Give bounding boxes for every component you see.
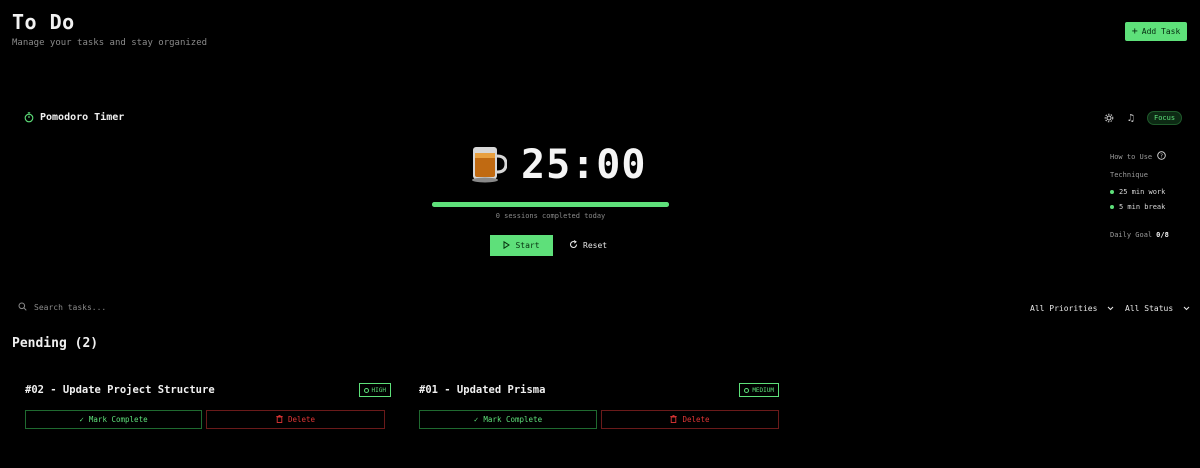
delete-button[interactable]: Delete <box>206 410 385 429</box>
timer-display: 25:00 <box>469 142 646 188</box>
delete-label: Delete <box>287 415 316 424</box>
daily-goal-value: 0/8 <box>1156 231 1169 239</box>
timer-progress-fill <box>432 202 669 207</box>
start-button[interactable]: Start <box>490 235 553 256</box>
delete-label: Delete <box>682 415 710 424</box>
svg-text:?: ? <box>1160 153 1163 159</box>
how-to-use-link[interactable]: How to Use ? <box>1110 151 1166 162</box>
priority-label: HIGH <box>371 386 386 394</box>
daily-goal-label: Daily Goal <box>1110 231 1153 239</box>
green-dot-icon <box>1110 205 1114 209</box>
reset-button[interactable]: Reset <box>563 235 613 256</box>
tea-cup-icon <box>469 143 508 187</box>
focus-mode-badge[interactable]: Focus <box>1147 111 1183 125</box>
circle-icon <box>744 387 750 393</box>
stopwatch-icon <box>24 112 34 123</box>
task-title: #02 - Update Project Structure <box>25 384 215 396</box>
chevron-down-icon <box>1183 304 1190 313</box>
settings-icon[interactable] <box>1103 111 1115 125</box>
play-icon <box>503 240 511 251</box>
reset-icon <box>569 240 578 251</box>
priority-filter-label: All Priorities <box>1030 304 1098 313</box>
mark-complete-label: Mark Complete <box>88 415 148 424</box>
search-placeholder: Search tasks... <box>34 303 107 312</box>
mark-complete-label: Mark Complete <box>483 415 543 424</box>
daily-goal: Daily Goal 0/8 <box>1110 231 1169 239</box>
technique-label: Technique <box>1110 171 1148 179</box>
task-card: #02 - Update Project Structure HIGH ✓ Ma… <box>25 370 391 442</box>
status-filter-select[interactable]: All Status <box>1125 304 1190 313</box>
add-task-button[interactable]: + Add Task <box>1125 22 1187 41</box>
priority-label: MEDIUM <box>752 386 774 394</box>
timer-progress-bar <box>432 202 669 207</box>
delete-button[interactable]: Delete <box>601 410 779 429</box>
search-input[interactable]: Search tasks... <box>18 302 318 313</box>
how-to-use-label: How to Use <box>1110 152 1153 161</box>
circle-icon <box>363 387 369 393</box>
page-title: To Do <box>12 10 75 34</box>
pending-heading: Pending (2) <box>12 336 99 351</box>
green-dot-icon <box>1110 190 1114 194</box>
page-subtitle: Manage your tasks and stay organized <box>12 38 208 48</box>
add-task-label: Add Task <box>1141 27 1181 36</box>
check-icon: ✓ <box>473 415 479 424</box>
pomodoro-title: Pomodoro Timer <box>40 112 125 123</box>
help-circle-icon: ? <box>1157 151 1166 162</box>
timer-value: 25:00 <box>521 142 647 188</box>
break-duration-text: 5 min break <box>1119 203 1166 211</box>
trash-icon <box>670 414 678 425</box>
pomodoro-controls: ♫ Focus <box>1103 111 1183 125</box>
task-card: #01 - Updated Prisma MEDIUM ✓ Mark Compl… <box>419 370 779 442</box>
priority-badge: HIGH <box>358 383 391 397</box>
mark-complete-button[interactable]: ✓ Mark Complete <box>25 410 202 429</box>
check-icon: ✓ <box>79 415 84 424</box>
music-icon[interactable]: ♫ <box>1125 111 1137 125</box>
work-duration: 25 min work <box>1110 188 1165 196</box>
task-title: #01 - Updated Prisma <box>419 384 546 396</box>
priority-filter-select[interactable]: All Priorities <box>1030 304 1114 313</box>
plus-icon: + <box>1131 25 1138 37</box>
search-icon <box>18 302 27 313</box>
priority-badge: MEDIUM <box>739 383 779 397</box>
pomodoro-header: Pomodoro Timer <box>24 112 124 123</box>
sessions-count: 0 sessions completed today <box>495 212 606 220</box>
chevron-down-icon <box>1107 304 1114 313</box>
status-filter-label: All Status <box>1125 304 1174 313</box>
trash-icon <box>276 414 283 425</box>
start-label: Start <box>515 241 540 250</box>
work-duration-text: 25 min work <box>1119 188 1166 196</box>
break-duration: 5 min break <box>1110 203 1165 211</box>
reset-label: Reset <box>583 241 608 250</box>
mark-complete-button[interactable]: ✓ Mark Complete <box>419 410 597 429</box>
